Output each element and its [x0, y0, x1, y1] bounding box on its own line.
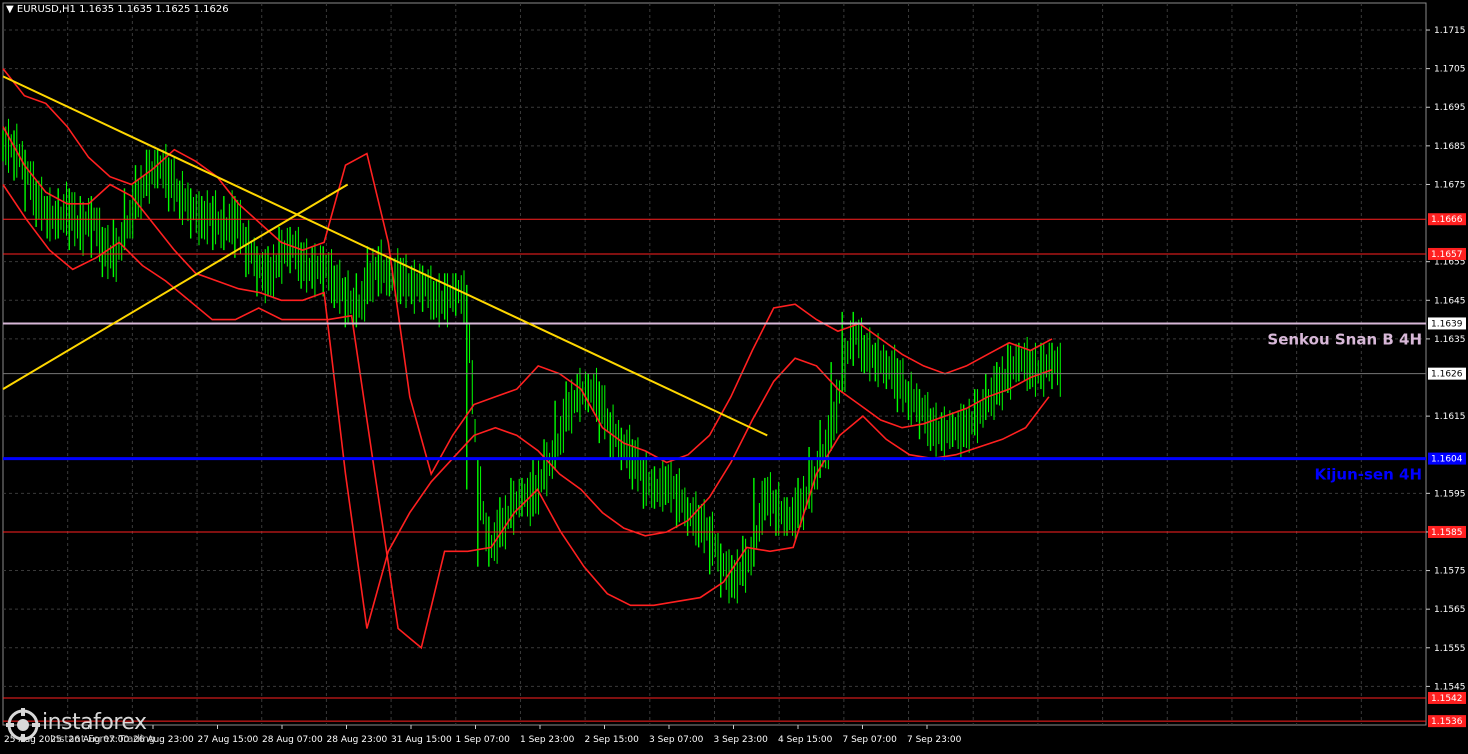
- y-tick-label: 1.1685: [1434, 142, 1466, 152]
- y-tick-label: 1.1565: [1434, 605, 1466, 615]
- x-tick-label: 1 Sep 07:00: [456, 735, 511, 745]
- y-tick-label: 1.1645: [1434, 296, 1466, 306]
- senkou-label: Senkou Snan B 4H: [1267, 330, 1422, 348]
- logo-emblem-icon: [6, 708, 40, 742]
- x-tick-label: 2 Sep 15:00: [585, 735, 640, 745]
- dropdown-triangle-icon[interactable]: ▼: [6, 4, 14, 15]
- x-tick-label: 3 Sep 07:00: [649, 735, 704, 745]
- price-chart: 1.1715 1.1705 1.1695 1.1685 1.1675 1.1655 1.16…: [0, 0, 1468, 750]
- bollinger-upper-line: [2, 68, 1053, 477]
- y-tick-label: 1.1675: [1434, 180, 1466, 190]
- x-tick-label: 27 Aug 15:00: [198, 735, 259, 745]
- y-tick-label: 1.1615: [1434, 412, 1466, 422]
- y-tick-label: 1.1705: [1434, 65, 1466, 75]
- logo-brand: instaforex: [42, 710, 147, 735]
- y-tick-label: 1.1545: [1434, 682, 1466, 692]
- instaforex-logo: instaforex Instant Forex Trading: [6, 706, 180, 746]
- y-tick-label: 1.1695: [1434, 103, 1466, 113]
- price-tag-label: 1.1639: [1431, 319, 1463, 329]
- y-tick-label: 1.1575: [1434, 567, 1466, 577]
- y-tick-label: 1.1595: [1434, 489, 1466, 499]
- price-tag-label: 1.1657: [1431, 250, 1463, 260]
- logo-tagline: Instant Forex Trading: [50, 734, 156, 745]
- x-tick-label: 31 Aug 15:00: [391, 735, 452, 745]
- y-tick-label: 1.1635: [1434, 335, 1466, 345]
- x-tick-label: 28 Aug 07:00: [262, 735, 323, 745]
- trendline: [2, 183, 349, 390]
- chart-canvas: 1.17151.17051.16951.16851.16751.16551.16…: [2, 2, 1466, 745]
- trendline: [2, 75, 768, 437]
- y-tick-label: 1.1555: [1434, 644, 1466, 654]
- x-tick-label: 4 Sep 15:00: [778, 735, 833, 745]
- x-tick-label: 3 Sep 23:00: [714, 735, 769, 745]
- x-tick-label: 28 Aug 23:00: [327, 735, 388, 745]
- chart-header: ▼ EURUSD,H1 1.1635 1.1635 1.1625 1.1626: [6, 4, 229, 15]
- kijun-label: Kijun-sen 4H: [1315, 466, 1422, 484]
- price-tag-label: 1.1585: [1431, 528, 1463, 538]
- price-tag-label: 1.1536: [1431, 717, 1463, 727]
- price-tag-label: 1.1666: [1431, 215, 1463, 225]
- price-tag-label: 1.1542: [1431, 694, 1463, 704]
- symbol-quote: EURUSD,H1 1.1635 1.1635 1.1625 1.1626: [16, 4, 229, 15]
- current-price-label: 1.1626: [1431, 370, 1463, 380]
- y-tick-label: 1.1715: [1434, 26, 1466, 36]
- x-tick-label: 7 Sep 07:00: [843, 735, 898, 745]
- price-tag-label: 1.1604: [1431, 455, 1463, 465]
- x-tick-label: 1 Sep 23:00: [520, 735, 575, 745]
- x-tick-label: 7 Sep 23:00: [907, 735, 962, 745]
